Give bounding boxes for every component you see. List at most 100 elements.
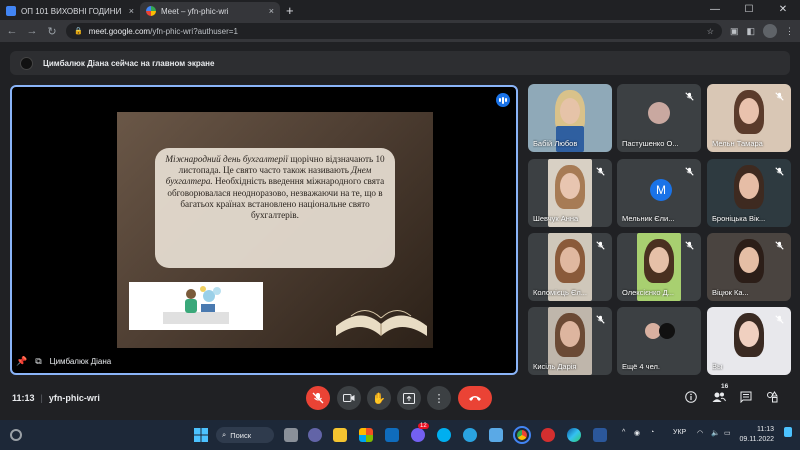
forward-icon[interactable]: → xyxy=(26,25,38,37)
minimize-button[interactable]: — xyxy=(698,0,732,20)
chat-button[interactable] xyxy=(740,391,752,406)
participant-tile[interactable]: Пастушенко О... xyxy=(617,84,701,152)
reload-icon[interactable]: ↻ xyxy=(46,25,58,38)
participant-face xyxy=(739,173,759,199)
slide-text-box: Міжнародний день бухгалтерії щорічно від… xyxy=(155,148,395,268)
participant-tile[interactable]: Мельн Тамара xyxy=(707,84,791,152)
task-view-icon[interactable] xyxy=(284,428,298,442)
sidebar-icon[interactable]: ◧ xyxy=(746,26,755,37)
meeting-controls-bar: 11:13 | yfn-phic-wri ✋ ⋮ 16 xyxy=(0,383,800,413)
store-icon[interactable] xyxy=(359,428,373,442)
address-bar[interactable]: 🔒 meet.google.com/yfn-phic-wri?authuser=… xyxy=(66,23,722,39)
photos-icon[interactable] xyxy=(489,428,503,442)
info-icon xyxy=(685,391,697,403)
meeting-details-button[interactable] xyxy=(685,391,697,406)
volume-icon[interactable]: 🔈 xyxy=(711,429,720,437)
new-tab-button[interactable]: + xyxy=(280,3,300,20)
participant-tile[interactable]: M Мельник Єли... xyxy=(617,159,701,227)
close-tab-icon[interactable]: × xyxy=(269,6,274,16)
mail-icon[interactable] xyxy=(385,428,399,442)
participant-tile[interactable]: Вы xyxy=(707,307,791,375)
leave-call-button[interactable] xyxy=(458,386,492,410)
mic-muted-button[interactable] xyxy=(306,386,330,410)
recorder-icon[interactable] xyxy=(541,428,555,442)
tray-wifi-icon[interactable]: ◔ xyxy=(650,429,654,436)
network-icon[interactable]: ◠ xyxy=(697,429,703,437)
participant-tile[interactable]: Бабій Любов xyxy=(528,84,612,152)
notifications-icon[interactable] xyxy=(784,427,792,437)
show-hidden-icons[interactable]: ^ xyxy=(622,429,625,436)
participant-name: Бабій Любов xyxy=(533,139,578,148)
taskbar-search[interactable]: ⌕ Поиск xyxy=(216,427,274,443)
skype-icon[interactable] xyxy=(437,428,451,442)
url-text: meet.google.com/yfn-phic-wri?authuser=1 xyxy=(89,27,238,36)
presentation-banner-text: Цимбалюк Діана сейчас на главном экране xyxy=(43,58,215,68)
start-button[interactable] xyxy=(194,428,208,442)
browser-tab-bar: ОП 101 ВИХОВНІ ГОДИНИ × Meet – yfn-phic-… xyxy=(0,0,800,20)
back-icon[interactable]: ← xyxy=(6,25,18,37)
tab-op101[interactable]: ОП 101 ВИХОВНІ ГОДИНИ × xyxy=(0,2,140,20)
participant-tile[interactable]: Олексієнко Д... xyxy=(617,233,701,301)
tray-chrome-icon[interactable]: ◉ xyxy=(634,429,640,437)
battery-icon[interactable]: ▭ xyxy=(724,429,731,437)
participant-name: Пастушенко О... xyxy=(622,139,679,148)
presentation-banner: Цимбалюк Діана сейчас на главном экране xyxy=(10,51,790,75)
pin-icon[interactable]: 📌 xyxy=(16,356,27,367)
url-path: /yfn-phic-wri?authuser=1 xyxy=(150,26,238,36)
participant-face xyxy=(739,321,759,347)
camera-button[interactable] xyxy=(337,386,361,410)
main-presentation-tile[interactable]: Міжнародний день бухгалтерії щорічно від… xyxy=(10,85,518,375)
more-options-button[interactable]: ⋮ xyxy=(427,386,451,410)
separator: | xyxy=(40,393,43,403)
telegram-icon[interactable] xyxy=(463,428,477,442)
mic-off-icon xyxy=(594,165,606,177)
viber-icon[interactable]: 12 xyxy=(411,423,429,442)
close-tab-icon[interactable]: × xyxy=(129,6,134,16)
file-explorer-icon[interactable] xyxy=(333,428,347,442)
participant-tile[interactable]: Кисіль Дарія xyxy=(528,307,612,375)
participant-face xyxy=(739,98,759,124)
star-icon[interactable]: ☆ xyxy=(707,27,714,36)
people-count-badge: 16 xyxy=(721,383,729,390)
participant-tile[interactable]: Коломієць Єл... xyxy=(528,233,612,301)
weather-icon[interactable] xyxy=(10,429,22,441)
more-vert-icon: ⋮ xyxy=(433,392,445,405)
participant-face xyxy=(649,247,669,273)
tab-meet[interactable]: Meet – yfn-phic-wri × xyxy=(140,2,280,20)
people-icon xyxy=(712,392,726,402)
close-window-button[interactable]: ✕ xyxy=(766,0,800,20)
present-now-button[interactable] xyxy=(397,386,421,410)
language-indicator[interactable]: УКР xyxy=(673,429,686,436)
mic-off-icon xyxy=(773,313,785,325)
participant-tile[interactable]: Віцюк Ка... xyxy=(707,233,791,301)
maximize-button[interactable]: ☐ xyxy=(732,0,766,20)
lock-icon: 🔒 xyxy=(74,28,83,35)
meet-favicon-icon xyxy=(146,6,156,16)
activities-button[interactable] xyxy=(766,391,778,406)
participant-tile[interactable]: Шевчук Анна xyxy=(528,159,612,227)
url-host: meet.google.com xyxy=(88,26,151,36)
mic-off-icon xyxy=(594,239,606,251)
edge-icon[interactable] xyxy=(567,428,581,442)
window-controls: — ☐ ✕ xyxy=(698,0,800,20)
raise-hand-button[interactable]: ✋ xyxy=(367,386,391,410)
chrome-icon[interactable] xyxy=(513,426,531,444)
book-image xyxy=(336,310,427,336)
people-button[interactable]: 16 xyxy=(712,383,728,406)
participant-face xyxy=(739,247,759,273)
hang-up-icon xyxy=(469,396,481,401)
mic-off-icon xyxy=(683,239,695,251)
mic-off-icon xyxy=(683,90,695,102)
taskbar-clock[interactable]: 11:13 09.11.2022 xyxy=(739,425,774,445)
menu-icon[interactable]: ⋮ xyxy=(785,26,794,37)
profile-avatar[interactable] xyxy=(763,24,777,38)
mic-off-icon xyxy=(683,165,695,177)
browser-toolbar: ← → ↻ 🔒 meet.google.com/yfn-phic-wri?aut… xyxy=(0,20,800,42)
participant-tile[interactable]: Броніцька Вік... xyxy=(707,159,791,227)
meeting-info: 11:13 | yfn-phic-wri xyxy=(12,393,100,403)
presenter-name: Цимбалюк Діана xyxy=(49,357,112,366)
teams-chat-icon[interactable] xyxy=(308,428,322,442)
camera-indicator-icon[interactable]: ▣ xyxy=(730,26,739,37)
participant-tile[interactable]: Ещё 4 чел. xyxy=(617,307,701,375)
word-icon[interactable] xyxy=(593,428,607,442)
